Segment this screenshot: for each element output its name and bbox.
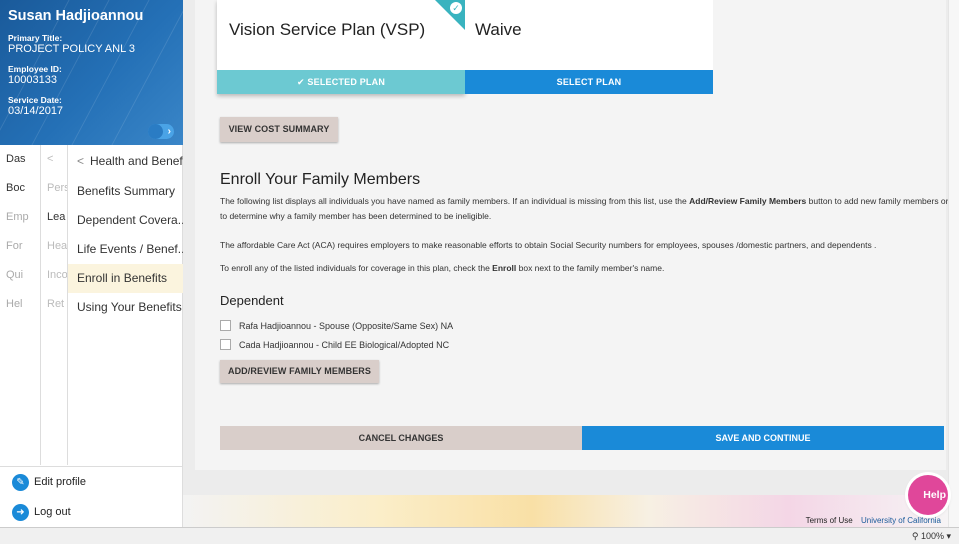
- plan-title-waive: Waive: [475, 20, 522, 39]
- service-date-label: Service Date:: [8, 95, 62, 105]
- edit-profile-label: Edit profile: [34, 476, 86, 488]
- profile-card: Susan Hadjioannou Primary Title: PROJECT…: [0, 0, 183, 145]
- dependent-heading: Dependent: [220, 293, 284, 308]
- nav-item-enroll-in-benefits[interactable]: Enroll in Benefits: [68, 264, 183, 293]
- back-icon[interactable]: <: [41, 145, 67, 174]
- selected-plan-button[interactable]: ✔ SELECTED PLAN: [217, 70, 465, 94]
- check-circle-icon: ✓: [450, 2, 462, 14]
- nav-item-using-your-benefits[interactable]: Using Your Benefits: [68, 293, 183, 322]
- enroll-checkbox-child[interactable]: [220, 339, 231, 350]
- check-circle-icon: ✔: [296, 77, 308, 87]
- enroll-description: The following list displays all individu…: [220, 194, 950, 224]
- dependent-row: Rafa Hadjioannou - Spouse (Opposite/Same…: [220, 320, 453, 331]
- sidebar-collapse-toggle[interactable]: ›: [148, 124, 174, 139]
- edit-profile-link[interactable]: ✎ Edit profile: [0, 467, 183, 497]
- chevron-left-icon: <: [77, 154, 85, 168]
- zoom-level: 100%: [920, 531, 944, 541]
- service-date-value: 03/14/2017: [8, 105, 64, 117]
- university-link[interactable]: University of California: [861, 516, 941, 525]
- zoom-icon: ⚲: [911, 531, 919, 541]
- log-out-link[interactable]: ➜ Log out: [0, 497, 183, 527]
- main-content: Vision Service Plan (VSP) ✓ ✔ SELECTED P…: [183, 0, 959, 527]
- enroll-instructions: To enroll any of the listed individuals …: [220, 261, 950, 276]
- nav-item-bookmarks[interactable]: Boc: [0, 174, 40, 203]
- enroll-checkbox-spouse[interactable]: [220, 320, 231, 331]
- nav-item-quick-links[interactable]: Qui: [0, 261, 40, 290]
- nav-item-forms[interactable]: For: [0, 232, 40, 261]
- sidebar: Susan Hadjioannou Primary Title: PROJECT…: [0, 0, 183, 527]
- toggle-knob: [148, 124, 163, 139]
- nav-item-health[interactable]: Hea: [41, 232, 67, 261]
- page-scrollbar[interactable]: [948, 0, 959, 527]
- log-out-label: Log out: [34, 506, 71, 518]
- enroll-description-bold: Add/Review Family Members: [689, 196, 807, 206]
- selected-plan-label: SELECTED PLAN: [307, 77, 386, 87]
- zoom-control[interactable]: ⚲ 100% ▾: [912, 531, 951, 542]
- enroll-instructions-text-2: box next to the family member's name.: [516, 263, 665, 273]
- nav-item-leave[interactable]: Lea: [41, 203, 67, 232]
- nav-item-dashboard[interactable]: Das: [0, 145, 40, 174]
- primary-title-label: Primary Title:: [8, 33, 63, 43]
- pencil-icon: ✎: [12, 473, 29, 491]
- aca-notice: The affordable Care Act (ACA) requires e…: [220, 240, 877, 250]
- employee-id-label: Employee ID:: [8, 64, 62, 74]
- nav-item-income[interactable]: Inco: [41, 261, 67, 290]
- nav-header-label: Health and Benefits: [90, 154, 183, 168]
- chevron-right-icon: ›: [167, 126, 171, 137]
- nav-item-benefits-summary[interactable]: Benefits Summary: [68, 177, 183, 206]
- nav-item-retirement[interactable]: Ret: [41, 290, 67, 319]
- employee-id-value: 10003133: [8, 74, 57, 86]
- select-plan-button[interactable]: SELECT PLAN: [465, 70, 713, 94]
- enroll-instructions-text: To enroll any of the listed individuals …: [220, 263, 493, 273]
- help-button[interactable]: Help: [908, 475, 948, 515]
- plan-card-waive[interactable]: Waive SELECT PLAN: [465, 0, 713, 94]
- enroll-description-text: The following list displays all individu…: [220, 196, 690, 206]
- profile-name: Susan Hadjioannou: [8, 8, 144, 24]
- browser-status-bar: ⚲ 100% ▾: [0, 527, 959, 544]
- save-and-continue-button[interactable]: SAVE AND CONTINUE: [582, 426, 944, 450]
- plan-title-vsp: Vision Service Plan (VSP): [229, 20, 426, 39]
- enroll-instructions-bold: Enroll: [492, 263, 517, 273]
- logout-icon: ➜: [12, 503, 29, 521]
- dependent-row: Cada Hadjioannou - Child EE Biological/A…: [220, 339, 449, 350]
- cancel-changes-button[interactable]: CANCEL CHANGES: [220, 426, 582, 450]
- dependent-label: Cada Hadjioannou - Child EE Biological/A…: [239, 339, 450, 350]
- nav-level-1: Das Boc Emp For Qui Hel: [0, 145, 40, 319]
- nav-item-personal[interactable]: Pers: [41, 174, 67, 203]
- nav-item-life-events[interactable]: Life Events / Benef...: [68, 235, 183, 264]
- footer-links: Terms of Use University of California: [800, 516, 941, 525]
- plan-card-vsp[interactable]: Vision Service Plan (VSP) ✓ ✔ SELECTED P…: [217, 0, 465, 94]
- dependent-label: Rafa Hadjioannou - Spouse (Opposite/Same…: [239, 320, 454, 331]
- nav-level-2: < Pers Lea Hea Inco Ret: [40, 145, 67, 465]
- add-review-family-members-button[interactable]: ADD/REVIEW FAMILY MEMBERS: [220, 360, 379, 383]
- view-cost-summary-button[interactable]: VIEW COST SUMMARY: [220, 117, 338, 142]
- terms-of-use-link[interactable]: Terms of Use: [806, 516, 853, 525]
- nav-level-3: < Health and Benefits Benefits Summary De…: [67, 145, 183, 465]
- sidebar-bottom: ✎ Edit profile ➜ Log out: [0, 466, 183, 527]
- nav-item-employment[interactable]: Emp: [0, 203, 40, 232]
- nav-back-health-and-benefits[interactable]: < Health and Benefits: [68, 145, 183, 177]
- nav-item-help[interactable]: Hel: [0, 290, 40, 319]
- nav-item-dependent-coverage[interactable]: Dependent Covera...: [68, 206, 183, 235]
- enroll-family-heading: Enroll Your Family Members: [220, 171, 421, 188]
- enrollment-panel: Vision Service Plan (VSP) ✓ ✔ SELECTED P…: [195, 0, 949, 470]
- primary-title-value: PROJECT POLICY ANL 3: [8, 43, 135, 55]
